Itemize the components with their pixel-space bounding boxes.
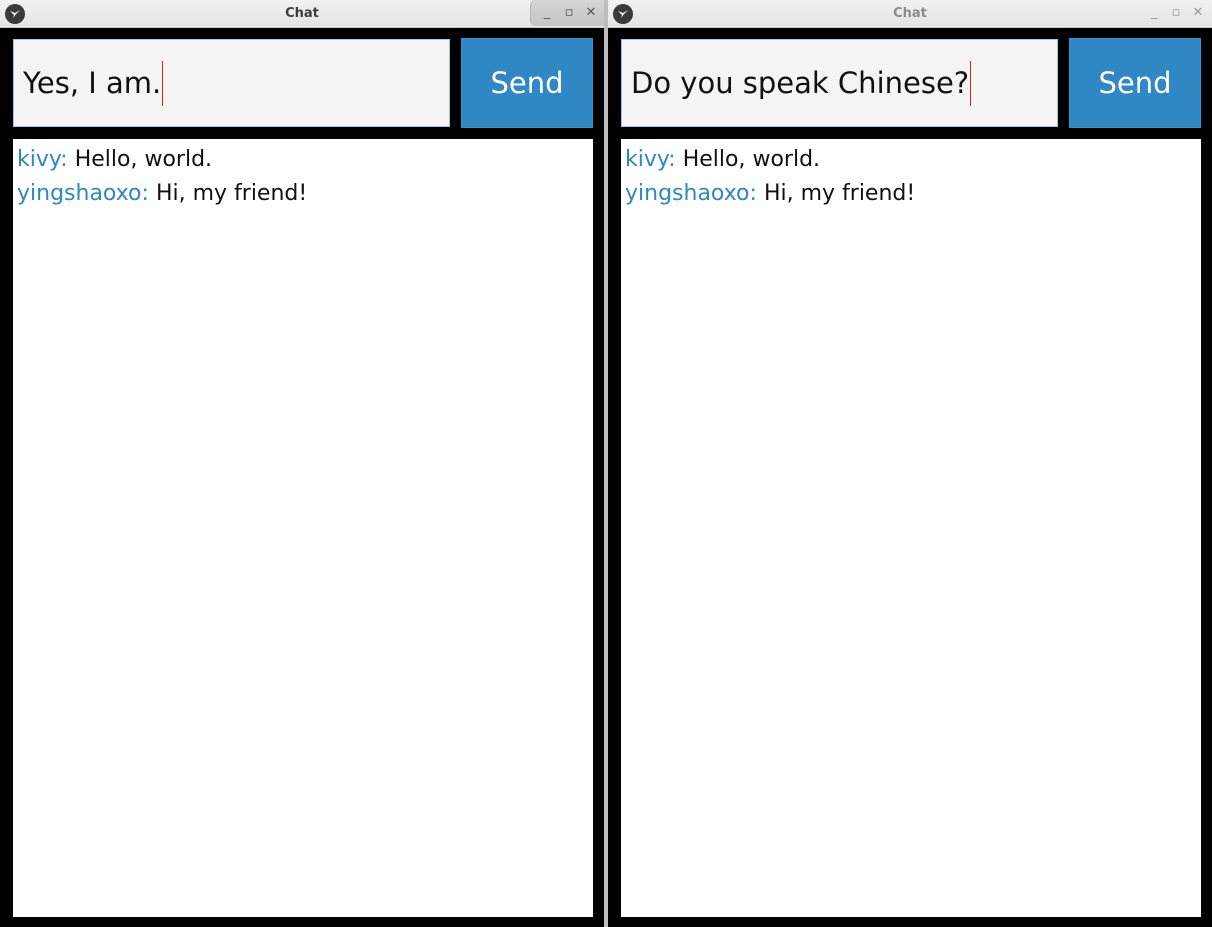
chat-log[interactable]: kivy: Hello, world. yingshaoxo: Hi, my f… (621, 139, 1201, 917)
desktop: Chat _ ▫ ✕ Yes, I am. Send kivy: Hello, … (0, 0, 1212, 927)
title-bar[interactable]: Chat _ ▫ ✕ (608, 0, 1212, 28)
window-controls: _ ▫ ✕ (530, 0, 604, 26)
message-input-text: Do you speak Chinese? (631, 66, 970, 100)
window-title: Chat (893, 6, 927, 21)
message-author: kivy: (625, 147, 676, 172)
send-button[interactable]: Send (1069, 38, 1201, 128)
window-controls: _ ▫ ✕ (1138, 0, 1212, 26)
chat-message: yingshaoxo: Hi, my friend! (17, 177, 593, 211)
window-title: Chat (285, 6, 319, 21)
maximize-icon[interactable]: ▫ (561, 5, 577, 21)
text-caret (970, 60, 972, 106)
maximize-icon[interactable]: ▫ (1168, 5, 1184, 21)
chat-window-left: Chat _ ▫ ✕ Yes, I am. Send kivy: Hello, … (0, 0, 604, 927)
chat-window-right: Chat _ ▫ ✕ Do you speak Chinese? Send ki… (608, 0, 1212, 927)
close-icon[interactable]: ✕ (583, 5, 599, 21)
message-author: yingshaoxo: (17, 181, 149, 206)
chat-message: yingshaoxo: Hi, my friend! (625, 177, 1201, 211)
message-input-text: Yes, I am. (23, 66, 162, 100)
message-author: yingshaoxo: (625, 181, 757, 206)
minimize-icon[interactable]: _ (539, 5, 555, 21)
message-input[interactable]: Do you speak Chinese? (621, 39, 1058, 127)
message-text: Hello, world. (74, 147, 213, 172)
chat-message: kivy: Hello, world. (625, 143, 1201, 177)
message-text: Hi, my friend! (763, 181, 916, 206)
minimize-icon[interactable]: _ (1146, 5, 1162, 21)
send-button[interactable]: Send (461, 38, 593, 128)
message-text: Hi, my friend! (155, 181, 308, 206)
chat-log[interactable]: kivy: Hello, world. yingshaoxo: Hi, my f… (13, 139, 593, 917)
text-caret (162, 60, 164, 106)
message-text: Hello, world. (682, 147, 821, 172)
close-icon[interactable]: ✕ (1190, 5, 1206, 21)
message-author: kivy: (17, 147, 68, 172)
title-bar[interactable]: Chat _ ▫ ✕ (0, 0, 604, 28)
message-input[interactable]: Yes, I am. (13, 39, 450, 127)
chat-message: kivy: Hello, world. (17, 143, 593, 177)
